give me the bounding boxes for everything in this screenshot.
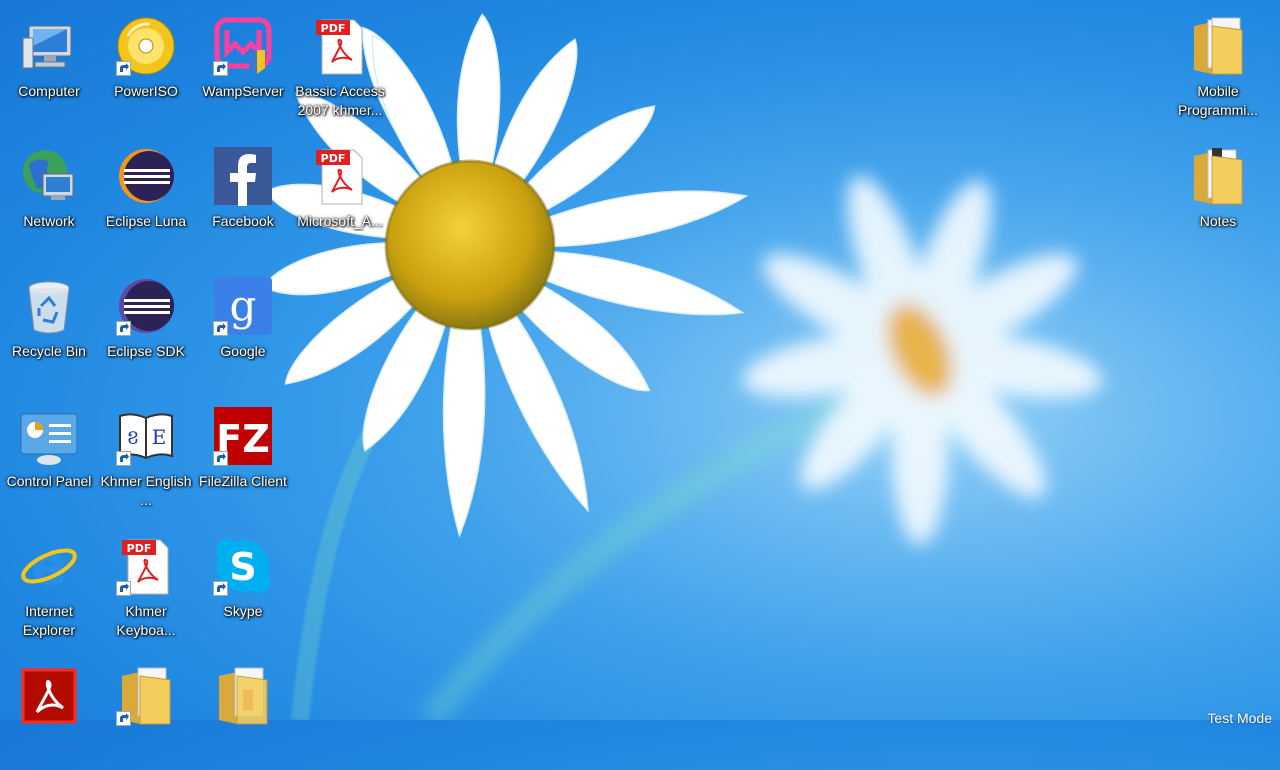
folder-icon bbox=[213, 666, 273, 726]
desktop-icon-mobile-programming[interactable]: Mobile Programmi... bbox=[1170, 0, 1266, 120]
pdf-icon: PDF bbox=[310, 146, 370, 206]
desktop-icon-computer[interactable]: Computer bbox=[1, 0, 97, 120]
desktop-icon-internet-explorer[interactable]: e Internet Explorer bbox=[1, 520, 97, 640]
pdf-badge: PDF bbox=[321, 152, 346, 165]
desktop-icon-label: Microsoft_A... bbox=[297, 213, 383, 229]
control-panel-icon bbox=[19, 406, 79, 466]
desktop-icon-filezilla[interactable]: FZ FileZilla Client bbox=[195, 390, 291, 510]
desktop-icon-label: Computer bbox=[18, 83, 80, 99]
desktop-icon-label: Recycle Bin bbox=[12, 343, 86, 359]
shortcut-arrow-icon bbox=[116, 321, 131, 336]
wampserver-icon bbox=[213, 16, 273, 76]
desktop-icon-network[interactable]: Network bbox=[1, 130, 97, 250]
desktop-icon-label: Skype bbox=[223, 603, 263, 619]
poweriso-icon bbox=[116, 16, 176, 76]
desktop-icon-label: FileZilla Client bbox=[199, 473, 287, 489]
desktop-icon-recycle-bin[interactable]: Recycle Bin bbox=[1, 260, 97, 380]
recycle-bin-icon bbox=[19, 276, 79, 336]
svg-text:e: e bbox=[31, 536, 68, 596]
desktop-icon-khmer-keyboard[interactable]: PDF Khmer Keyboa... bbox=[98, 520, 194, 640]
computer-icon bbox=[19, 16, 79, 76]
folder-icon bbox=[116, 666, 176, 726]
network-icon bbox=[19, 146, 79, 206]
desktop-icon-label: Khmer English ... bbox=[100, 473, 192, 508]
desktop-icon-poweriso[interactable]: PowerISO bbox=[98, 0, 194, 120]
desktop-icon-label: Facebook bbox=[212, 213, 274, 229]
desktop-icon-eclipse-sdk[interactable]: Eclipse SDK bbox=[98, 260, 194, 380]
test-mode-watermark: Test Mode bbox=[1207, 710, 1272, 726]
shortcut-arrow-icon bbox=[116, 711, 131, 726]
folder-icon bbox=[1188, 16, 1248, 76]
desktop-icon-google[interactable]: g Google bbox=[195, 260, 291, 380]
pdf-badge: PDF bbox=[127, 542, 152, 555]
desktop-icon-control-panel[interactable]: Control Panel bbox=[1, 390, 97, 510]
desktop-icon-label: Internet Explorer bbox=[22, 603, 76, 638]
internet-explorer-icon: e bbox=[19, 536, 79, 596]
desktop-icon-notes[interactable]: Notes bbox=[1170, 130, 1266, 250]
shortcut-arrow-icon bbox=[116, 451, 131, 466]
desktop-icon-label: Eclipse Luna bbox=[105, 213, 187, 229]
desktop-icon-skype[interactable]: S Skype bbox=[195, 520, 291, 640]
desktop-icon-label: Network bbox=[23, 213, 75, 229]
facebook-icon bbox=[213, 146, 273, 206]
desktop-icon-eclipse-luna[interactable]: Eclipse Luna bbox=[98, 130, 194, 250]
filezilla-icon: FZ bbox=[213, 406, 273, 466]
pdf-badge: PDF bbox=[321, 22, 346, 35]
desktop-icon-label: WampServer bbox=[202, 83, 284, 99]
google-icon: g bbox=[213, 276, 273, 336]
skype-icon: S bbox=[213, 536, 273, 596]
desktop-icon-label: Google bbox=[220, 343, 266, 359]
desktop-icon-label: Bassic Access 2007 khmer... bbox=[295, 83, 385, 118]
desktop-icon-label: Mobile Programmi... bbox=[1177, 83, 1259, 118]
adobe-acrobat-icon bbox=[19, 666, 79, 726]
svg-text:ខ: ខ bbox=[127, 425, 140, 449]
desktop-icon-label: PowerISO bbox=[114, 83, 178, 99]
pdf-icon: PDF bbox=[116, 536, 176, 596]
shortcut-arrow-icon bbox=[213, 321, 228, 336]
eclipse-icon bbox=[116, 146, 176, 206]
shortcut-arrow-icon bbox=[213, 61, 228, 76]
shortcut-arrow-icon bbox=[213, 451, 228, 466]
desktop-icon-khmer-english[interactable]: ខE Khmer English ... bbox=[98, 390, 194, 510]
desktop-icon-pdf-bassic-access[interactable]: PDF Bassic Access 2007 khmer... bbox=[292, 0, 388, 120]
desktop-icon-label: Eclipse SDK bbox=[107, 343, 185, 359]
desktop-icon-facebook[interactable]: Facebook bbox=[195, 130, 291, 250]
shortcut-arrow-icon bbox=[213, 581, 228, 596]
desktop-icon-wampserver[interactable]: WampServer bbox=[195, 0, 291, 120]
desktop-icon-label: Notes bbox=[1199, 213, 1237, 229]
shortcut-arrow-icon bbox=[116, 581, 131, 596]
desktop-icon-pdf-microsoft[interactable]: PDF Microsoft_A... bbox=[292, 130, 388, 250]
eclipse-icon bbox=[116, 276, 176, 336]
desktop-icon-adobe-acrobat[interactable] bbox=[1, 650, 97, 770]
svg-text:E: E bbox=[152, 425, 167, 449]
desktop-icon-folder-2[interactable] bbox=[195, 650, 291, 770]
desktop-icon-label: Control Panel bbox=[6, 473, 92, 489]
shortcut-arrow-icon bbox=[116, 61, 131, 76]
desktop-icon-label: Khmer Keyboa... bbox=[116, 603, 176, 638]
svg-text:S: S bbox=[229, 545, 256, 589]
desktop-icon-folder-1[interactable] bbox=[98, 650, 194, 770]
svg-text:g: g bbox=[230, 281, 257, 330]
folder-icon bbox=[1188, 146, 1248, 206]
pdf-icon: PDF bbox=[310, 16, 370, 76]
dictionary-icon: ខE bbox=[116, 406, 176, 466]
